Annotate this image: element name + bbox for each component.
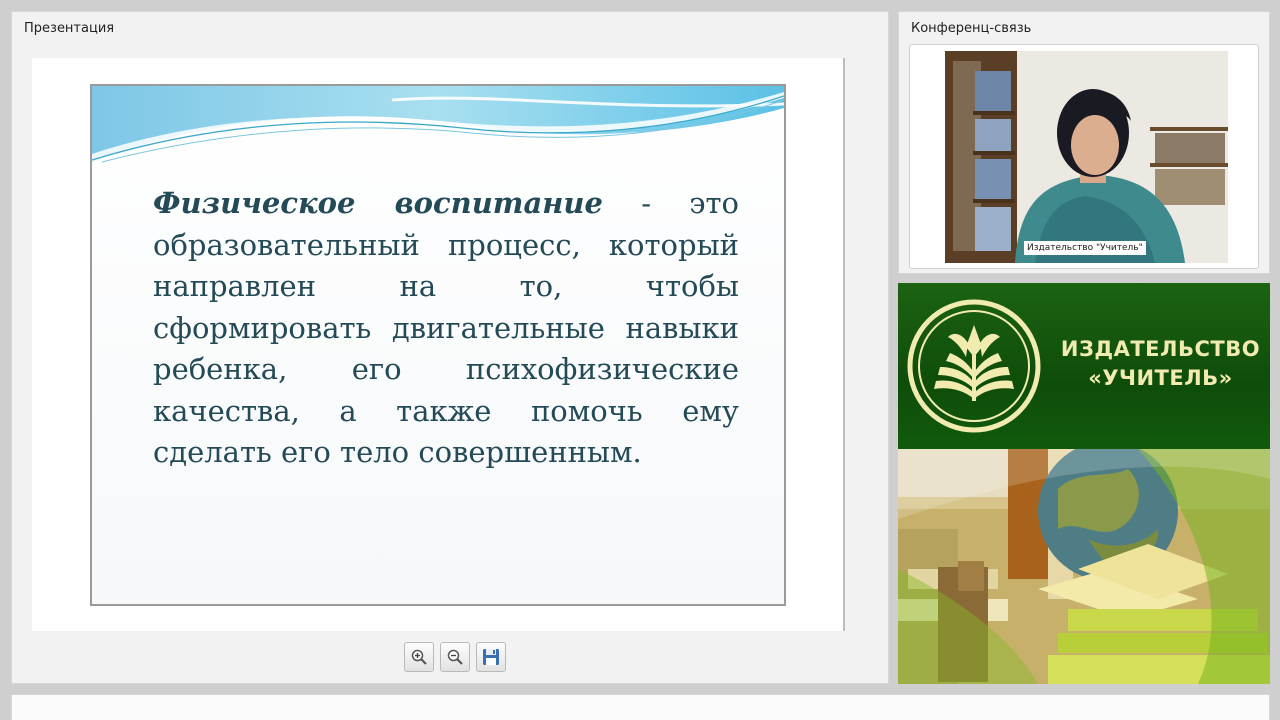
bottom-panel bbox=[11, 694, 1270, 720]
webcam-video: Издательство "Учитель" bbox=[945, 51, 1228, 263]
publisher-name-line1: ИЗДАТЕЛЬСТВО bbox=[1060, 337, 1261, 361]
video-frame[interactable]: Издательство "Учитель" bbox=[909, 44, 1259, 269]
slide-body: - это образовательный процесс, который н… bbox=[153, 186, 739, 469]
slide-term: Физическое воспитание bbox=[153, 186, 603, 220]
zoom-in-icon bbox=[411, 649, 427, 665]
books-globe-illustration bbox=[898, 449, 1270, 684]
publisher-banner: ИЗДАТЕЛЬСТВО «УЧИТЕЛЬ» bbox=[898, 283, 1270, 449]
slide-header-wave bbox=[92, 86, 784, 163]
webcam-scene bbox=[945, 51, 1228, 263]
slide-viewport[interactable]: Физическое воспитание - это образователь… bbox=[32, 58, 845, 631]
slide-paragraph: Физическое воспитание - это образователь… bbox=[153, 183, 739, 474]
zoom-out-icon bbox=[447, 649, 463, 665]
conference-panel: Конференц-связь Издательство "Учитель" bbox=[898, 11, 1270, 274]
books-banner-image bbox=[898, 449, 1270, 684]
publisher-name-line2: «УЧИТЕЛЬ» bbox=[1088, 366, 1233, 390]
slide-toolbar bbox=[404, 642, 506, 672]
save-icon bbox=[483, 649, 499, 665]
slide: Физическое воспитание - это образователь… bbox=[90, 84, 786, 606]
zoom-in-button[interactable] bbox=[404, 642, 434, 672]
zoom-out-button[interactable] bbox=[440, 642, 470, 672]
conference-panel-title: Конференц-связь bbox=[911, 21, 1032, 36]
presentation-panel-title: Презентация bbox=[24, 21, 115, 36]
presentation-panel: Презентация Физическое воспитание - это … bbox=[11, 11, 889, 684]
video-name-label: Издательство "Учитель" bbox=[1024, 241, 1146, 255]
save-button[interactable] bbox=[476, 642, 506, 672]
publisher-logo-icon bbox=[907, 299, 1041, 433]
publisher-name: ИЗДАТЕЛЬСТВО «УЧИТЕЛЬ» bbox=[1058, 335, 1263, 393]
